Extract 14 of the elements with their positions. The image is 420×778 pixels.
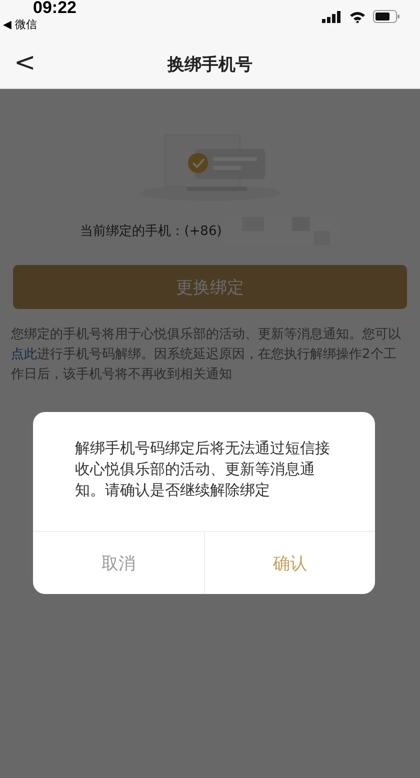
wifi-icon [349,10,366,22]
back-button[interactable]: < [8,46,42,80]
current-phone-label: 当前绑定的手机：(+86) [80,223,222,240]
back-to-app-link[interactable]: ◀ 微信 [3,17,76,33]
cancel-button[interactable]: 取消 [33,532,204,594]
battery-icon [373,10,400,23]
page-title: 换绑手机号 [168,54,252,76]
signal-icon [322,10,342,22]
notice-text: 您绑定的手机号将用于心悦俱乐部的活动、更新等消息通知。您可以 点此进行手机号码解绑。因系统延迟原因，在您执行解绑操作2个工作日后，该手机号将不再收到相关通知 [11,326,402,384]
status-time: 09:22 [32,0,76,17]
change-binding-button[interactable]: 更换绑定 [13,265,407,309]
confirm-button[interactable]: 确认 [204,532,375,594]
dialog-message: 解绑手机号码绑定后将无法通过短信接收心悦俱乐部的活动、更新等消息通知。请确认是否继续解除绑定 [74,438,331,501]
unbind-link[interactable]: 点此 [11,347,37,362]
